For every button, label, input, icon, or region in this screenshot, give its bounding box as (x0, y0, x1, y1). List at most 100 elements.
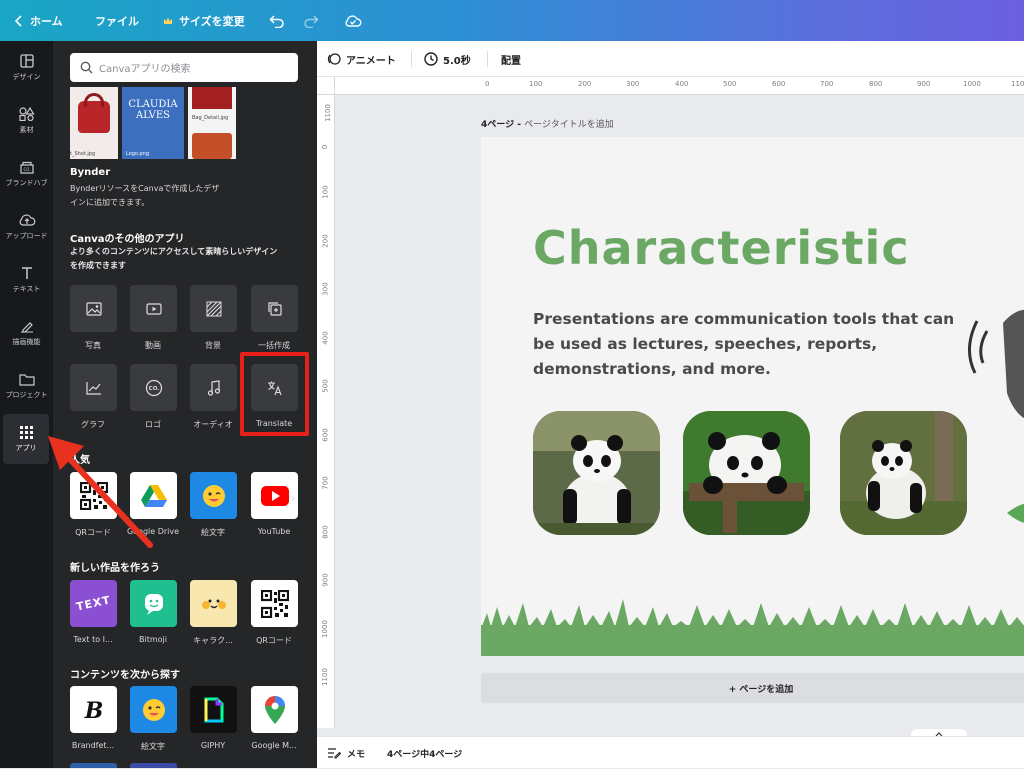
app-label: キャラク... (193, 636, 233, 645)
app-label: QRコード (256, 636, 292, 645)
app-google-drive[interactable] (130, 472, 177, 519)
app-bulk-create[interactable] (251, 285, 298, 332)
body-line: demonstrations, and more. (533, 360, 771, 378)
slide-page[interactable]: Characteristic Presentations are communi… (481, 137, 1024, 656)
notes-button[interactable]: メモ (327, 737, 365, 769)
logo-text: CLAUDIA (128, 99, 178, 110)
app-label: 動画 (145, 341, 161, 350)
text-icon (21, 267, 32, 279)
rail-brand-hub[interactable]: CO. ブランドハブ (0, 149, 53, 199)
redo-button[interactable] (303, 0, 319, 41)
apps-panel: Canvaアプリの検索 t_Shot.jpg CLAUDIA ALVES Log… (53, 41, 317, 768)
undo-button[interactable] (269, 0, 285, 41)
upload-icon (19, 214, 35, 226)
rail-elements[interactable]: 素材 (0, 96, 53, 146)
app-emoji-2[interactable] (130, 686, 177, 733)
partial-app-tile (70, 763, 117, 768)
home-button[interactable]: ホーム (14, 0, 63, 41)
app-label: YouTube (257, 527, 291, 536)
app-text-to-image[interactable]: TEXT (70, 580, 117, 627)
app-qr-code[interactable] (70, 472, 117, 519)
app-videos[interactable] (130, 285, 177, 332)
brand-icon: CO. (19, 161, 34, 174)
ruler-tick-label: 800 (869, 80, 883, 88)
app-emoji[interactable] (190, 472, 237, 519)
panda-photo-1[interactable] (533, 411, 660, 535)
ruler-corner (317, 77, 335, 95)
editor-toolbar: アニメート 5.0秒 配置 (317, 41, 1024, 77)
app-label: 一括作成 (258, 341, 290, 350)
app-search-input[interactable]: Canvaアプリの検索 (70, 53, 298, 82)
cloud-check-icon (345, 14, 362, 27)
file-menu-button[interactable]: ファイル (95, 0, 139, 41)
slide-heading[interactable]: Characteristic (533, 221, 910, 275)
page-title-label[interactable]: 4ページ - ページタイトルを追加 (481, 117, 614, 130)
toolbar-divider (411, 51, 412, 67)
rail-text[interactable]: テキスト (0, 255, 53, 305)
position-label: 配置 (501, 55, 521, 67)
app-backgrounds[interactable] (190, 285, 237, 332)
app-charts[interactable] (70, 364, 117, 411)
animate-icon (327, 53, 341, 65)
app-audio[interactable] (190, 364, 237, 411)
ruler-tick-label: 700 (820, 80, 834, 88)
thumb-label: Logo.png (126, 151, 150, 157)
apps-grid-icon (19, 425, 33, 439)
app-brandfetch[interactable]: B (70, 686, 117, 733)
scroll-right-button[interactable]: › (291, 491, 301, 505)
top-bar: ホーム ファイル サイズを変更 (0, 0, 1024, 41)
rail-apps[interactable]: アプリ (3, 414, 49, 464)
bulk-create-icon (267, 301, 282, 316)
thumb-label: Bag_Detail.jpg (192, 115, 229, 121)
app-label: 絵文字 (141, 742, 165, 751)
undo-icon (269, 14, 284, 28)
partial-app-tile (130, 763, 177, 768)
position-button[interactable]: 配置 (501, 41, 521, 77)
home-label: ホーム (30, 14, 63, 28)
app-photos[interactable] (70, 285, 117, 332)
popular-title: 人気 (70, 455, 90, 466)
app-label: Google Drive (126, 527, 180, 536)
resize-button[interactable]: サイズを変更 (163, 0, 245, 41)
app-google-maps[interactable] (251, 686, 298, 733)
app-bitmoji[interactable] (130, 580, 177, 627)
grass-decoration (481, 599, 1024, 656)
add-page-button[interactable]: + ページを追加 (481, 673, 1024, 703)
ruler-top: 0 100 200 300 400 500 600 700 800 900 10… (335, 77, 1024, 95)
rail-projects[interactable]: プロジェクト (0, 361, 53, 411)
bynder-preview[interactable]: t_Shot.jpg CLAUDIA ALVES Logo.png Bag_De… (70, 87, 236, 159)
draw-icon (20, 322, 33, 333)
app-qr-code-2[interactable] (251, 580, 298, 627)
ruler-tick-label: 0 (321, 144, 330, 150)
panda-photo-2[interactable] (683, 411, 810, 535)
app-logos[interactable]: CO. (130, 364, 177, 411)
clock-icon (424, 52, 438, 66)
slide-body-text[interactable]: Presentations are communication tools th… (533, 307, 954, 382)
logo-text: ALVES (135, 110, 171, 121)
ruler-tick-label: 1100 (320, 668, 329, 686)
rail-design[interactable]: デザイン (0, 43, 53, 93)
rail-draw[interactable]: 描画機能 (0, 308, 53, 358)
app-giphy[interactable] (190, 686, 237, 733)
app-label: オーディオ (193, 420, 233, 429)
panda-photo-3[interactable] (840, 411, 967, 535)
page-count[interactable]: 4ページ中4ページ (387, 737, 462, 769)
bottom-bar: メモ 4ページ中4ページ (317, 736, 1024, 768)
animate-button[interactable]: アニメート (327, 41, 396, 77)
notes-label: メモ (347, 749, 366, 760)
image-icon (85, 301, 102, 316)
more-apps-desc-line2: を作成できます (70, 261, 126, 270)
toolbar-divider (487, 51, 488, 67)
duration-label: 5.0秒 (443, 55, 471, 67)
app-label: 背景 (205, 341, 221, 350)
duration-button[interactable]: 5.0秒 (424, 41, 471, 77)
thumb-label: t_Shot.jpg (70, 151, 96, 157)
qr-code-icon (79, 481, 108, 510)
cloud-save-button[interactable] (344, 0, 362, 41)
app-character[interactable] (190, 580, 237, 627)
app-label: GIPHY (200, 741, 226, 750)
rail-uploads[interactable]: アップロード (0, 202, 53, 252)
logo-co-icon: CO. (145, 379, 162, 396)
rail-label: 素材 (19, 126, 34, 134)
ruler-tick-label: 300 (321, 282, 330, 296)
